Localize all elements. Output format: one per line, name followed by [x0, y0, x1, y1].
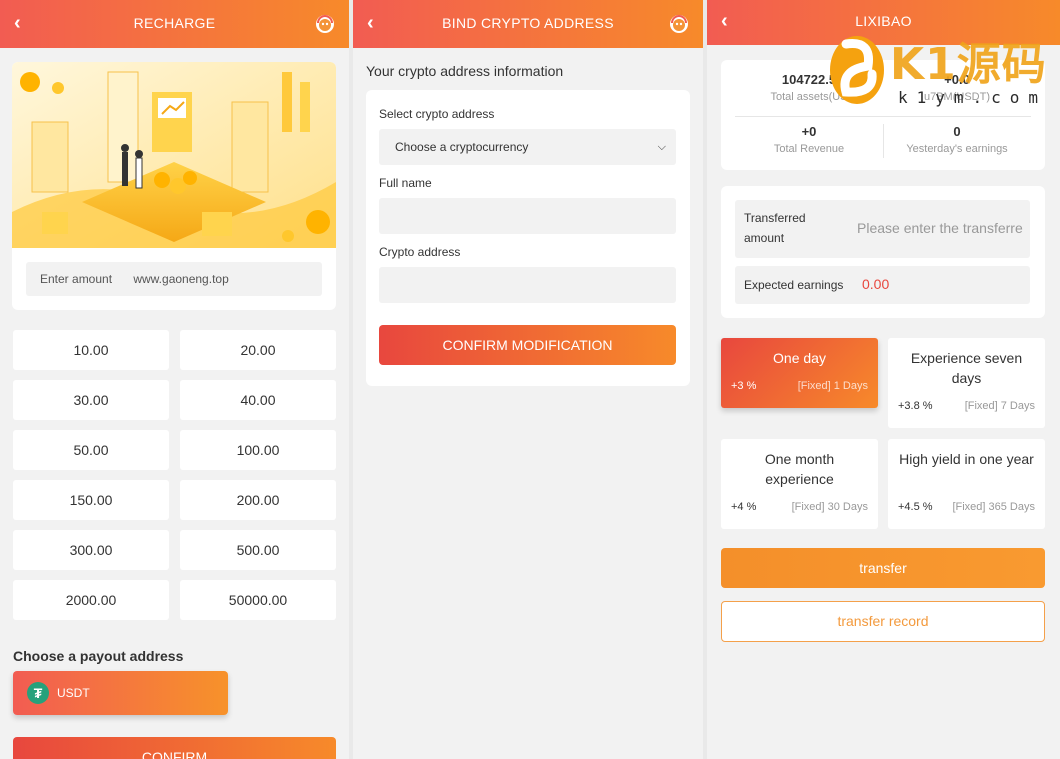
yesterday-earnings: 0 Yesterday's earnings	[883, 124, 1031, 155]
crypto-address-label: Crypto address	[379, 245, 461, 259]
full-name-label: Full name	[379, 176, 432, 190]
plan-one-day[interactable]: One day +3 % [Fixed] 1 Days	[721, 338, 878, 408]
bind-crypto-panel: ‹ BIND CRYPTO ADDRESS Your crypto addres…	[353, 0, 703, 759]
tether-icon: ₮	[27, 682, 49, 704]
yesterday-earnings-value: 0	[953, 124, 961, 139]
page-title: RECHARGE	[133, 15, 216, 31]
yesterday-income-value: +0.0	[944, 72, 970, 87]
crypto-select[interactable]: Choose a cryptocurrency ⌵	[379, 129, 676, 165]
page-title: LIXIBAO	[855, 13, 912, 29]
yesterday-income-label: u7BM(USDT)	[923, 91, 990, 103]
page-title: BIND CRYPTO ADDRESS	[442, 15, 614, 31]
lixibao-panel: ‹ LIXIBAO 104722.5 Total assets(US +0.0 …	[707, 0, 1060, 759]
finance-illustration	[12, 62, 336, 248]
amount-option[interactable]: 30.00	[13, 380, 169, 420]
yesterday-income: +0.0 u7BM(USDT)	[883, 72, 1031, 103]
stats-card: 104722.5 Total assets(US +0.0 u7BM(USDT)…	[721, 60, 1045, 170]
info-title: Your crypto address information	[366, 63, 564, 79]
usdt-option-button[interactable]: ₮ USDT	[13, 671, 228, 715]
amount-option[interactable]: 20.00	[180, 330, 336, 370]
chevron-down-icon: ⌵	[657, 141, 666, 153]
amount-option[interactable]: 10.00	[13, 330, 169, 370]
transferred-label-line1: Transferred	[744, 211, 806, 225]
total-assets: 104722.5 Total assets(US	[735, 72, 883, 103]
total-assets-label: Total assets(US	[770, 91, 848, 103]
amount-value: www.gaoneng.top	[133, 272, 229, 286]
transfer-record-button[interactable]: transfer record	[721, 601, 1045, 642]
customer-service-icon[interactable]	[313, 11, 337, 35]
total-revenue: +0 Total Revenue	[735, 124, 883, 155]
expected-earnings-row: Expected earnings 0.00	[735, 266, 1030, 304]
transferred-amount-field[interactable]: Transferred amount Please enter the tran…	[735, 200, 1030, 258]
amount-input[interactable]: Enter amount www.gaoneng.top	[26, 262, 322, 296]
transfer-card: Transferred amount Please enter the tran…	[721, 186, 1045, 318]
recharge-panel: ‹ RECHARGE Enter amount www.gaoneng.top …	[0, 0, 349, 759]
total-revenue-value: +0	[801, 124, 817, 139]
crypto-form: Select crypto address Choose a cryptocur…	[366, 90, 690, 386]
usdt-label: USDT	[57, 686, 90, 700]
amount-option[interactable]: 100.00	[180, 430, 336, 470]
plan-name: One month experience	[764, 451, 835, 487]
crypto-select-value: Choose a cryptocurrency	[395, 140, 529, 154]
payout-label: Choose a payout address	[13, 648, 184, 664]
amount-option[interactable]: 50000.00	[180, 580, 336, 620]
plan-duration: [Fixed] 1 Days	[797, 380, 868, 392]
plan-duration: [Fixed] 30 Days	[791, 501, 868, 513]
full-name-input[interactable]	[379, 198, 676, 234]
total-revenue-label: Total Revenue	[773, 143, 845, 155]
plan-one-month[interactable]: One month experience +4 % [Fixed] 30 Day…	[721, 439, 878, 529]
lixibao-header: ‹ LIXIBAO	[707, 0, 1060, 45]
amount-option[interactable]: 500.00	[180, 530, 336, 570]
crypto-address-input[interactable]	[379, 267, 676, 303]
amount-label: Enter amount	[40, 272, 113, 286]
transferred-amount-input[interactable]: Please enter the transferre	[857, 220, 1027, 236]
plan-rate: +3 %	[731, 380, 757, 392]
plan-one-year[interactable]: High yield in one year +4.5 % [Fixed] 36…	[888, 439, 1045, 529]
select-crypto-label: Select crypto address	[379, 107, 495, 121]
amount-option[interactable]: 300.00	[13, 530, 169, 570]
recharge-banner-card: Enter amount www.gaoneng.top	[12, 62, 336, 310]
transferred-label: Transferred amount	[744, 208, 806, 248]
plan-rate: +4 %	[731, 501, 757, 513]
expected-earnings-value: 0.00	[862, 276, 890, 292]
plan-rate: +4.5 %	[898, 501, 933, 513]
plan-name: One day	[773, 350, 826, 366]
amount-option[interactable]: 200.00	[180, 480, 336, 520]
plan-name: High yield in one year	[899, 451, 1034, 467]
expected-earnings-label: Expected earnings	[744, 278, 844, 292]
amount-option[interactable]: 150.00	[13, 480, 169, 520]
divider	[735, 116, 1031, 117]
plan-name: Experience seven days	[910, 350, 1023, 386]
total-assets-value: 104722.5	[781, 72, 837, 87]
plan-rate: +3.8 %	[898, 400, 933, 412]
plan-seven-days[interactable]: Experience seven days +3.8 % [Fixed] 7 D…	[888, 338, 1045, 428]
confirm-modification-button[interactable]: CONFIRM MODIFICATION	[379, 325, 676, 365]
bind-header: ‹ BIND CRYPTO ADDRESS	[353, 0, 703, 48]
confirm-button[interactable]: CONFIRM	[13, 737, 336, 759]
amount-option[interactable]: 2000.00	[13, 580, 169, 620]
amount-option[interactable]: 40.00	[180, 380, 336, 420]
recharge-header: ‹ RECHARGE	[0, 0, 349, 48]
customer-service-icon[interactable]	[667, 11, 691, 35]
yesterday-earnings-label: Yesterday's earnings	[906, 143, 1008, 155]
transfer-button[interactable]: transfer	[721, 548, 1045, 588]
transferred-label-line2: amount	[744, 231, 785, 245]
plan-duration: [Fixed] 7 Days	[964, 400, 1035, 412]
amount-option[interactable]: 50.00	[13, 430, 169, 470]
plan-duration: [Fixed] 365 Days	[952, 501, 1035, 513]
